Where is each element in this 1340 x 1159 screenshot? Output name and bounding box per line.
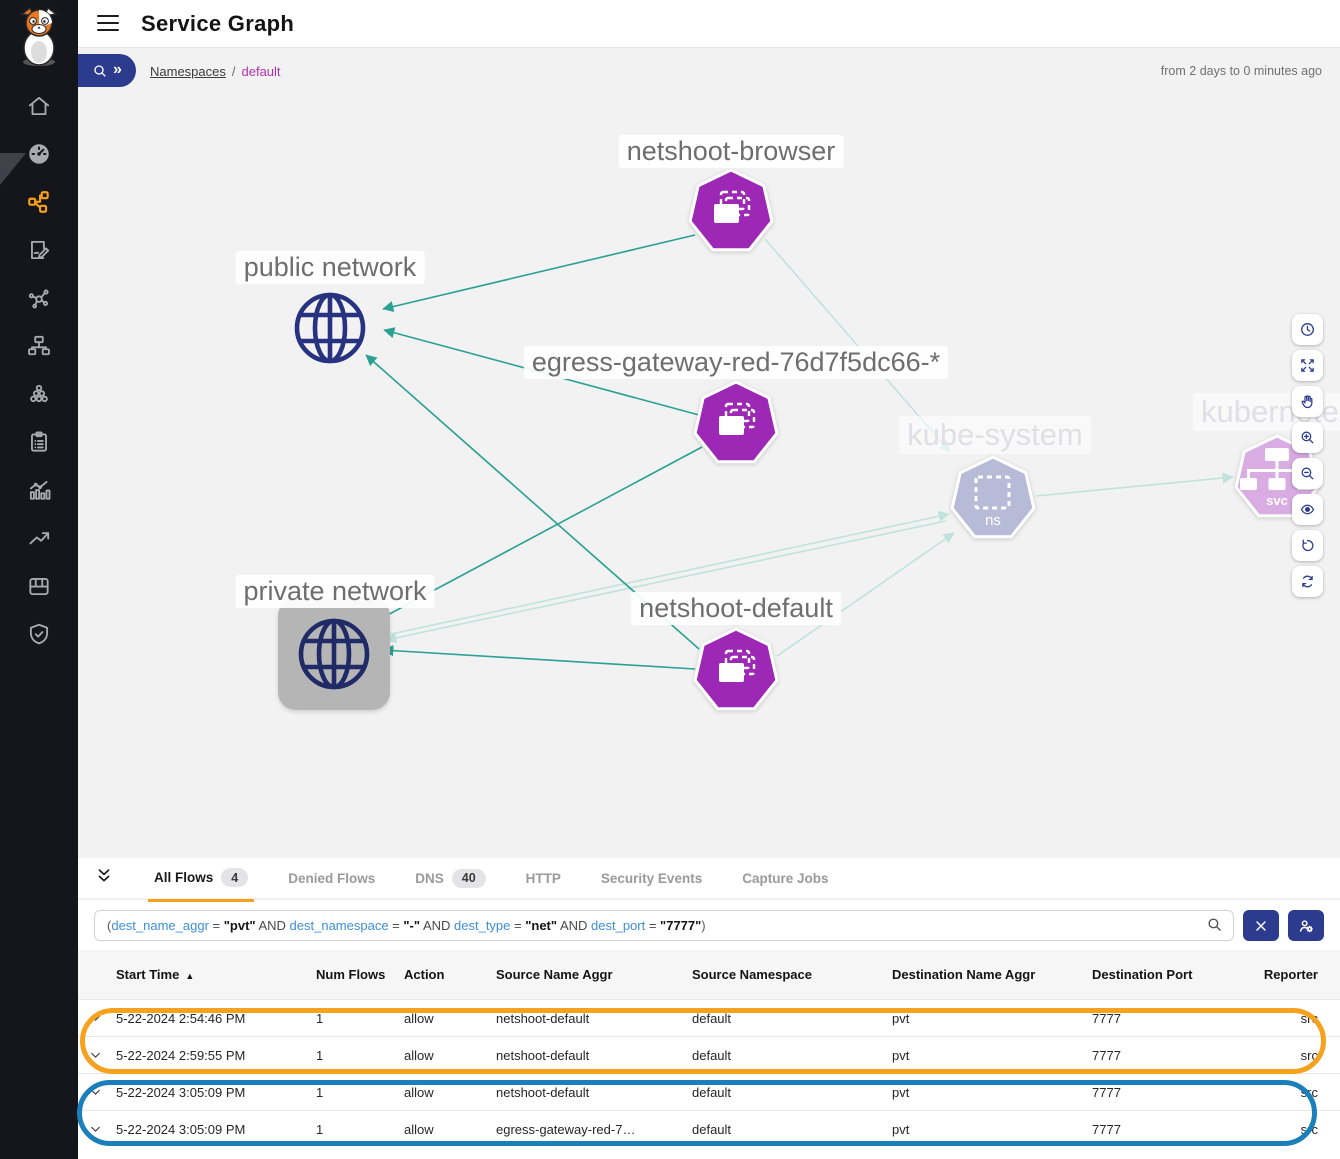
user-gear-icon xyxy=(1298,918,1314,934)
node-label-kube-system: kube-system xyxy=(899,416,1091,454)
archive-icon[interactable] xyxy=(0,562,78,610)
refresh-icon[interactable] xyxy=(1292,566,1323,597)
statistics-icon[interactable] xyxy=(0,466,78,514)
time-range-label: from 2 days to 0 minutes ago xyxy=(1161,64,1322,78)
tab-security-events[interactable]: Security Events xyxy=(595,871,708,898)
collapse-panel-icon[interactable] xyxy=(94,866,118,890)
namespace-badge: ns xyxy=(985,512,1001,529)
dns-count-badge: 40 xyxy=(452,869,486,888)
col-action[interactable]: Action xyxy=(400,961,492,988)
calico-cat-logo xyxy=(10,6,68,68)
home-icon[interactable] xyxy=(0,82,78,130)
node-netshoot-default[interactable] xyxy=(686,621,786,726)
row-expand-icon[interactable] xyxy=(78,1012,112,1025)
node-label-private-network: private network xyxy=(235,575,434,608)
undo-icon[interactable] xyxy=(1292,530,1323,561)
node-public-network[interactable] xyxy=(285,283,375,378)
dashboard-icon[interactable] xyxy=(0,130,78,178)
col-source-namespace[interactable]: Source Namespace xyxy=(688,961,888,988)
visibility-eye-icon[interactable] xyxy=(1292,494,1323,525)
col-reporter[interactable]: Reporter xyxy=(1248,961,1340,988)
top-header: Service Graph xyxy=(78,0,1340,47)
compliance-icon[interactable] xyxy=(0,418,78,466)
page-title: Service Graph xyxy=(141,11,294,37)
col-dest-port[interactable]: Destination Port xyxy=(1088,961,1248,988)
expand-panel-icon: » xyxy=(113,62,122,80)
flows-table-header: Start Time▲ Num Flows Action Source Name… xyxy=(78,950,1340,999)
user-settings-button[interactable] xyxy=(1288,910,1324,941)
breadcrumb-namespaces-link[interactable]: Namespaces xyxy=(150,64,226,79)
node-netshoot-browser[interactable] xyxy=(681,162,781,267)
table-row[interactable]: 5-22-2024 2:59:55 PM 1 allow netshoot-de… xyxy=(78,1036,1340,1073)
col-dest-name-aggr[interactable]: Destination Name Aggr xyxy=(888,961,1088,988)
col-num-flows[interactable]: Num Flows xyxy=(312,961,400,988)
table-row[interactable]: 5-22-2024 2:54:46 PM 1 allow netshoot-de… xyxy=(78,999,1340,1036)
close-icon xyxy=(1253,918,1269,934)
zoom-out-icon[interactable] xyxy=(1292,458,1323,489)
flow-filter-input[interactable]: (dest_name_aggr = "pvt" AND dest_namespa… xyxy=(94,910,1234,941)
row-expand-icon[interactable] xyxy=(78,1049,112,1062)
search-icon xyxy=(92,63,108,79)
node-label-netshoot-browser: netshoot-browser xyxy=(619,135,844,168)
clear-filter-button[interactable] xyxy=(1243,910,1279,941)
graph-search-pill[interactable]: » xyxy=(78,54,136,87)
security-shield-icon[interactable] xyxy=(0,610,78,658)
fit-screen-icon[interactable] xyxy=(1292,350,1323,381)
clock-icon[interactable] xyxy=(1292,314,1323,345)
graph-toolbar xyxy=(1292,314,1323,597)
app-sidebar xyxy=(0,0,78,1159)
node-kube-system[interactable]: ns xyxy=(943,449,1043,554)
table-row[interactable]: 5-22-2024 3:05:09 PM 1 allow egress-gate… xyxy=(78,1110,1340,1147)
tab-denied-flows[interactable]: Denied Flows xyxy=(282,871,381,898)
breadcrumb: Namespaces/default xyxy=(150,64,281,79)
tab-capture-jobs[interactable]: Capture Jobs xyxy=(736,871,834,898)
row-expand-icon[interactable] xyxy=(78,1086,112,1099)
trends-icon[interactable] xyxy=(0,514,78,562)
node-label-public-network: public network xyxy=(236,251,425,284)
node-egress-gateway[interactable] xyxy=(686,374,786,479)
node-label-egress-gateway: egress-gateway-red-76d7f5dc66-* xyxy=(524,346,948,379)
tab-dns[interactable]: DNS 40 xyxy=(409,869,491,900)
tab-all-flows[interactable]: All Flows 4 xyxy=(148,868,254,902)
service-badge: svc xyxy=(1266,493,1288,508)
zoom-in-icon[interactable] xyxy=(1292,422,1323,453)
tab-http[interactable]: HTTP xyxy=(520,871,567,898)
sort-asc-icon: ▲ xyxy=(185,971,194,981)
globe-icon xyxy=(285,283,375,373)
col-start-time[interactable]: Start Time▲ xyxy=(112,961,312,988)
filter-search-icon[interactable] xyxy=(1206,916,1223,936)
row-expand-icon[interactable] xyxy=(78,1123,112,1136)
node-private-network[interactable] xyxy=(289,609,379,704)
flow-filter-row: (dest_name_aggr = "pvt" AND dest_namespa… xyxy=(78,900,1340,950)
col-source-name-aggr[interactable]: Source Name Aggr xyxy=(492,961,688,988)
policies-icon[interactable] xyxy=(0,226,78,274)
service-graph-icon[interactable] xyxy=(0,178,78,226)
clusters-icon[interactable] xyxy=(0,370,78,418)
flows-tabs-bar: All Flows 4 Denied Flows DNS 40 HTTP Sec… xyxy=(78,858,1340,900)
network-topology-icon[interactable] xyxy=(0,322,78,370)
flow-filter-query: (dest_name_aggr = "pvt" AND dest_namespa… xyxy=(107,918,1206,933)
service-graph-canvas[interactable]: » Namespaces/default from 2 days to 0 mi… xyxy=(78,47,1340,858)
table-row[interactable]: 5-22-2024 3:05:09 PM 1 allow netshoot-de… xyxy=(78,1073,1340,1110)
pan-hand-icon[interactable] xyxy=(1292,386,1323,417)
globe-icon xyxy=(289,609,379,699)
hamburger-menu-icon[interactable] xyxy=(97,15,119,33)
all-flows-count-badge: 4 xyxy=(221,868,248,887)
node-label-netshoot-default: netshoot-default xyxy=(631,592,841,625)
flows-panel: All Flows 4 Denied Flows DNS 40 HTTP Sec… xyxy=(78,858,1340,1159)
flow-visualizer-icon[interactable] xyxy=(0,274,78,322)
breadcrumb-current: default xyxy=(242,64,281,79)
